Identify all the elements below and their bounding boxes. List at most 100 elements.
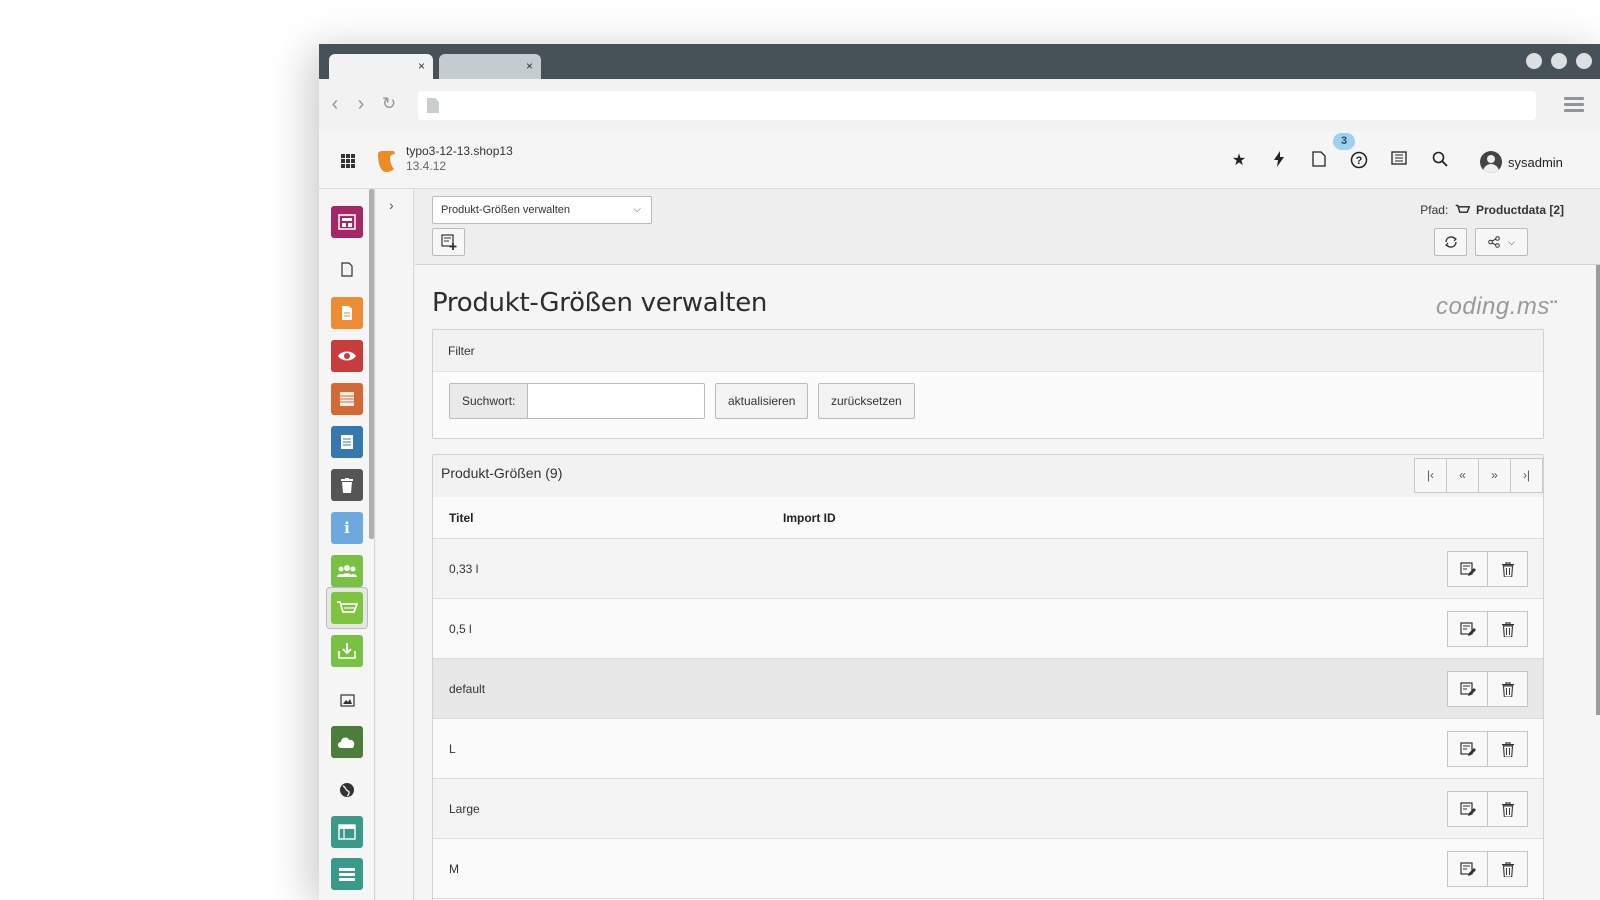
trash-icon bbox=[1501, 561, 1514, 577]
first-page-icon[interactable]: |‹ bbox=[1414, 458, 1447, 493]
function-select[interactable]: Produkt-Größen verwalten ⌵ bbox=[432, 196, 652, 224]
shop-cart-icon bbox=[1455, 204, 1470, 213]
page-icon[interactable] bbox=[331, 253, 363, 285]
filter-panel: Filter Suchwort: aktualisieren zurückset… bbox=[432, 329, 1544, 439]
function-select-value: Produkt-Größen verwalten bbox=[441, 204, 570, 216]
trash-icon bbox=[1501, 741, 1514, 757]
site-name: typo3-12-13.shop13 bbox=[406, 144, 513, 158]
next-page-icon[interactable]: » bbox=[1478, 458, 1511, 493]
image-icon[interactable] bbox=[331, 684, 363, 716]
browser-tab[interactable]: × bbox=[439, 54, 541, 79]
web-layout-icon[interactable] bbox=[331, 206, 363, 238]
reload-button[interactable] bbox=[1434, 228, 1467, 256]
delete-button[interactable] bbox=[1487, 791, 1528, 827]
recycler-icon[interactable] bbox=[331, 469, 363, 501]
table-row: M bbox=[433, 839, 1543, 899]
column-header-import-id[interactable]: Import ID bbox=[783, 511, 836, 525]
delete-button[interactable] bbox=[1487, 851, 1528, 887]
close-window-button[interactable] bbox=[1576, 53, 1592, 69]
bookmarks-star-icon[interactable]: ★ bbox=[1229, 151, 1249, 171]
svg-text:?: ? bbox=[1356, 155, 1363, 167]
column-header-title[interactable]: Titel bbox=[449, 511, 473, 525]
avatar-icon bbox=[1480, 151, 1502, 173]
edit-button[interactable] bbox=[1447, 611, 1488, 647]
forward-icon[interactable]: › bbox=[351, 93, 371, 115]
users-icon[interactable] bbox=[331, 555, 363, 587]
user-menu[interactable]: sysadmin bbox=[1480, 151, 1563, 173]
minimize-button[interactable] bbox=[1526, 53, 1542, 69]
maximize-button[interactable] bbox=[1551, 53, 1567, 69]
system-information-icon[interactable] bbox=[1389, 151, 1409, 171]
share-button[interactable]: ⌵ bbox=[1475, 228, 1528, 256]
module-menu: i bbox=[319, 189, 375, 900]
edit-record-icon bbox=[1459, 622, 1476, 636]
row-actions bbox=[1447, 851, 1528, 887]
reset-button[interactable]: zurücksetzen bbox=[818, 383, 915, 419]
expand-tree-chevron-icon[interactable]: › bbox=[389, 197, 394, 213]
list-page-icon[interactable] bbox=[331, 297, 363, 329]
username: sysadmin bbox=[1508, 154, 1563, 170]
form-icon[interactable] bbox=[331, 858, 363, 890]
edit-button[interactable] bbox=[1447, 851, 1488, 887]
chevron-down-icon: ⌵ bbox=[633, 204, 641, 215]
search-input[interactable] bbox=[528, 383, 706, 419]
table-row: 0,5 l bbox=[433, 599, 1543, 659]
row-title: M bbox=[449, 862, 459, 876]
search-icon[interactable] bbox=[1430, 151, 1450, 171]
typo3-logo-icon[interactable] bbox=[375, 150, 397, 172]
content-scrollbar[interactable] bbox=[1596, 265, 1600, 715]
module-menu-scrollbar[interactable] bbox=[369, 189, 374, 539]
row-title: 0,5 l bbox=[449, 622, 472, 636]
info-icon[interactable]: i bbox=[331, 512, 363, 544]
edit-record-icon bbox=[1459, 802, 1476, 816]
edit-button[interactable] bbox=[1447, 551, 1488, 587]
trash-icon bbox=[1501, 621, 1514, 637]
filter-title: Filter bbox=[433, 330, 1543, 372]
shop-cart-icon[interactable] bbox=[331, 592, 363, 624]
preview-eye-icon[interactable] bbox=[331, 340, 363, 372]
close-tab-icon[interactable]: × bbox=[418, 59, 425, 73]
delete-button[interactable] bbox=[1487, 611, 1528, 647]
reload-icon[interactable]: ↻ bbox=[379, 93, 399, 115]
share-icon bbox=[1488, 236, 1500, 248]
delete-button[interactable] bbox=[1487, 551, 1528, 587]
close-tab-icon[interactable]: × bbox=[526, 59, 533, 73]
trash-icon bbox=[1501, 801, 1514, 817]
table-row: Large bbox=[433, 779, 1543, 839]
address-bar[interactable] bbox=[418, 91, 1536, 120]
opendocs-icon[interactable] bbox=[1309, 151, 1329, 171]
breadcrumb: Pfad: Productdata [2] bbox=[1420, 203, 1564, 217]
path-value[interactable]: Productdata [2] bbox=[1476, 203, 1564, 217]
delete-button[interactable] bbox=[1487, 671, 1528, 707]
previous-page-icon[interactable]: « bbox=[1446, 458, 1479, 493]
row-actions bbox=[1447, 731, 1528, 767]
template-icon[interactable] bbox=[331, 816, 363, 848]
module-menu-toggle-icon[interactable] bbox=[341, 154, 355, 168]
update-button[interactable]: aktualisieren bbox=[715, 383, 809, 419]
delete-button[interactable] bbox=[1487, 731, 1528, 767]
browser-tab-active[interactable]: × bbox=[329, 54, 433, 79]
cloud-icon[interactable] bbox=[331, 726, 363, 758]
table-header-row: Titel Import ID bbox=[433, 497, 1543, 539]
edit-button[interactable] bbox=[1447, 671, 1488, 707]
page-title: Produkt-Größen verwalten bbox=[432, 288, 768, 318]
edit-button[interactable] bbox=[1447, 731, 1488, 767]
globe-icon[interactable] bbox=[331, 774, 363, 806]
import-icon[interactable] bbox=[331, 635, 363, 667]
module-content: Produkt-Größen verwalten coding.ms▪▪ Fil… bbox=[415, 265, 1600, 900]
help-icon[interactable]: ? bbox=[1349, 151, 1369, 171]
doc-header: Produkt-Größen verwalten ⌵ Pfad: Product… bbox=[415, 189, 1600, 265]
path-label: Pfad: bbox=[1420, 203, 1449, 217]
opendocs-count-badge: 3 bbox=[1333, 133, 1355, 150]
browser-menu-icon[interactable] bbox=[1564, 97, 1584, 113]
new-record-button[interactable] bbox=[432, 228, 465, 256]
info-document-icon[interactable] bbox=[331, 426, 363, 458]
clear-cache-flash-icon[interactable] bbox=[1269, 151, 1289, 171]
list-module-icon[interactable] bbox=[331, 383, 363, 415]
edit-button[interactable] bbox=[1447, 791, 1488, 827]
typo3-topbar: typo3-12-13.shop13 13.4.12 ★ 3 ? sysadmi… bbox=[319, 131, 1600, 189]
back-icon[interactable]: ‹ bbox=[325, 93, 345, 115]
new-record-icon bbox=[440, 234, 456, 250]
brand-text: coding.ms bbox=[1436, 293, 1550, 320]
last-page-icon[interactable]: ›| bbox=[1510, 458, 1543, 493]
